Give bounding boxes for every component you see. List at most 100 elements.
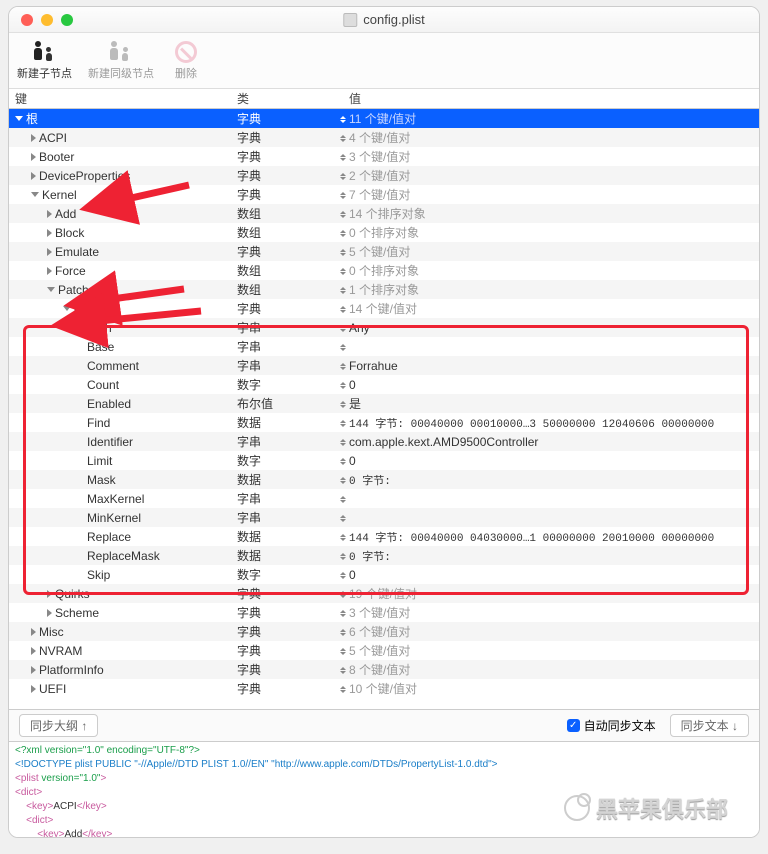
tree-row[interactable]: DeviceProperties字典2 个键/值对 [9, 166, 759, 185]
stepper-icon[interactable] [337, 190, 349, 199]
value-label[interactable]: 144 字节: 00040000 00010000…3 50000000 120… [349, 415, 759, 431]
value-label[interactable]: 3 个键/值对 [349, 148, 759, 165]
stepper-icon[interactable] [337, 665, 349, 674]
value-label[interactable]: 11 个键/值对 [349, 110, 759, 127]
value-label[interactable]: 0 [349, 454, 759, 468]
tree-row[interactable]: Arch字串Any [9, 318, 759, 337]
tree-row[interactable]: PlatformInfo字典8 个键/值对 [9, 660, 759, 679]
value-label[interactable]: 7 个键/值对 [349, 186, 759, 203]
stepper-icon[interactable] [337, 342, 349, 351]
tree-row[interactable]: Kernel字典7 个键/值对 [9, 185, 759, 204]
stepper-icon[interactable] [337, 247, 349, 256]
value-label[interactable]: 0 [349, 568, 759, 582]
stepper-icon[interactable] [337, 608, 349, 617]
stepper-icon[interactable] [337, 475, 349, 484]
stepper-icon[interactable] [337, 418, 349, 427]
chevron-down-icon[interactable] [47, 287, 55, 292]
chevron-right-icon[interactable] [47, 248, 52, 256]
chevron-right-icon[interactable] [47, 210, 52, 218]
value-label[interactable]: 是 [349, 395, 759, 412]
stepper-icon[interactable] [337, 589, 349, 598]
tree-row[interactable]: NVRAM字典5 个键/值对 [9, 641, 759, 660]
value-label[interactable]: 0 个排序对象 [349, 262, 759, 279]
value-label[interactable]: 0 字节: [349, 472, 759, 488]
value-label[interactable]: 6 个键/值对 [349, 623, 759, 640]
value-label[interactable]: 0 [349, 378, 759, 392]
stepper-icon[interactable] [337, 228, 349, 237]
chevron-right-icon[interactable] [31, 172, 36, 180]
zoom-icon[interactable] [61, 14, 73, 26]
stepper-icon[interactable] [337, 171, 349, 180]
chevron-right-icon[interactable] [31, 685, 36, 693]
stepper-icon[interactable] [337, 133, 349, 142]
value-label[interactable]: 0 个排序对象 [349, 224, 759, 241]
chevron-right-icon[interactable] [31, 628, 36, 636]
value-label[interactable]: 14 个键/值对 [349, 300, 759, 317]
stepper-icon[interactable] [337, 551, 349, 560]
tree-row[interactable]: Base字串 [9, 337, 759, 356]
value-label[interactable]: 1 个排序对象 [349, 281, 759, 298]
tree-row[interactable]: ReplaceMask数据0 字节: [9, 546, 759, 565]
tree-row[interactable]: Enabled布尔值是 [9, 394, 759, 413]
new-sibling-button[interactable]: 新建同级节点 [88, 41, 154, 81]
stepper-icon[interactable] [337, 513, 349, 522]
sync-text-button[interactable]: 同步文本 ↓ [670, 714, 749, 737]
tree-row[interactable]: Skip数字0 [9, 565, 759, 584]
stepper-icon[interactable] [337, 570, 349, 579]
minimize-icon[interactable] [41, 14, 53, 26]
chevron-right-icon[interactable] [47, 590, 52, 598]
stepper-icon[interactable] [337, 304, 349, 313]
tree-row[interactable]: Count数字0 [9, 375, 759, 394]
tree-row[interactable]: MaxKernel字串 [9, 489, 759, 508]
stepper-icon[interactable] [337, 209, 349, 218]
stepper-icon[interactable] [337, 114, 349, 123]
tree-view[interactable]: 根字典11 个键/值对ACPI字典4 个键/值对Booter字典3 个键/值对D… [9, 109, 759, 709]
chevron-right-icon[interactable] [47, 229, 52, 237]
tree-row[interactable]: Misc字典6 个键/值对 [9, 622, 759, 641]
tree-row[interactable]: Force数组0 个排序对象 [9, 261, 759, 280]
tree-row[interactable]: Comment字串Forrahue [9, 356, 759, 375]
chevron-right-icon[interactable] [31, 134, 36, 142]
close-icon[interactable] [21, 14, 33, 26]
tree-row[interactable]: Patch数组1 个排序对象 [9, 280, 759, 299]
value-label[interactable]: Any [349, 321, 759, 335]
stepper-icon[interactable] [337, 399, 349, 408]
header-value[interactable]: 值 [349, 90, 759, 107]
chevron-down-icon[interactable] [63, 306, 71, 311]
tree-row[interactable]: 根字典11 个键/值对 [9, 109, 759, 128]
stepper-icon[interactable] [337, 361, 349, 370]
header-type[interactable]: 类 [237, 90, 349, 107]
stepper-icon[interactable] [337, 627, 349, 636]
delete-button[interactable]: 删除 [170, 41, 202, 81]
value-label[interactable]: com.apple.kext.AMD9500Controller [349, 435, 759, 449]
value-label[interactable]: 14 个排序对象 [349, 205, 759, 222]
tree-row[interactable]: Emulate字典5 个键/值对 [9, 242, 759, 261]
value-label[interactable]: 5 个键/值对 [349, 243, 759, 260]
tree-row[interactable]: Limit数字0 [9, 451, 759, 470]
chevron-right-icon[interactable] [31, 666, 36, 674]
tree-row[interactable]: Block数组0 个排序对象 [9, 223, 759, 242]
tree-row[interactable]: UEFI字典10 个键/值对 [9, 679, 759, 698]
value-label[interactable]: 4 个键/值对 [349, 129, 759, 146]
tree-row[interactable]: Find数据144 字节: 00040000 00010000…3 500000… [9, 413, 759, 432]
tree-row[interactable]: Identifier字串com.apple.kext.AMD9500Contro… [9, 432, 759, 451]
stepper-icon[interactable] [337, 684, 349, 693]
new-child-button[interactable]: 新建子节点 [17, 41, 72, 81]
stepper-icon[interactable] [337, 266, 349, 275]
stepper-icon[interactable] [337, 380, 349, 389]
auto-sync-checkbox[interactable]: ✓ 自动同步文本 [567, 717, 656, 734]
stepper-icon[interactable] [337, 532, 349, 541]
stepper-icon[interactable] [337, 285, 349, 294]
stepper-icon[interactable] [337, 323, 349, 332]
tree-row[interactable]: Mask数据0 字节: [9, 470, 759, 489]
value-label[interactable]: 144 字节: 00040000 04030000…1 00000000 200… [349, 529, 759, 545]
value-label[interactable]: 2 个键/值对 [349, 167, 759, 184]
chevron-down-icon[interactable] [15, 116, 23, 121]
chevron-right-icon[interactable] [31, 647, 36, 655]
tree-row[interactable]: Scheme字典3 个键/值对 [9, 603, 759, 622]
sync-outline-button[interactable]: 同步大纲 ↑ [19, 714, 98, 737]
chevron-down-icon[interactable] [31, 192, 39, 197]
header-key[interactable]: 键 [9, 90, 237, 107]
chevron-right-icon[interactable] [47, 267, 52, 275]
stepper-icon[interactable] [337, 456, 349, 465]
